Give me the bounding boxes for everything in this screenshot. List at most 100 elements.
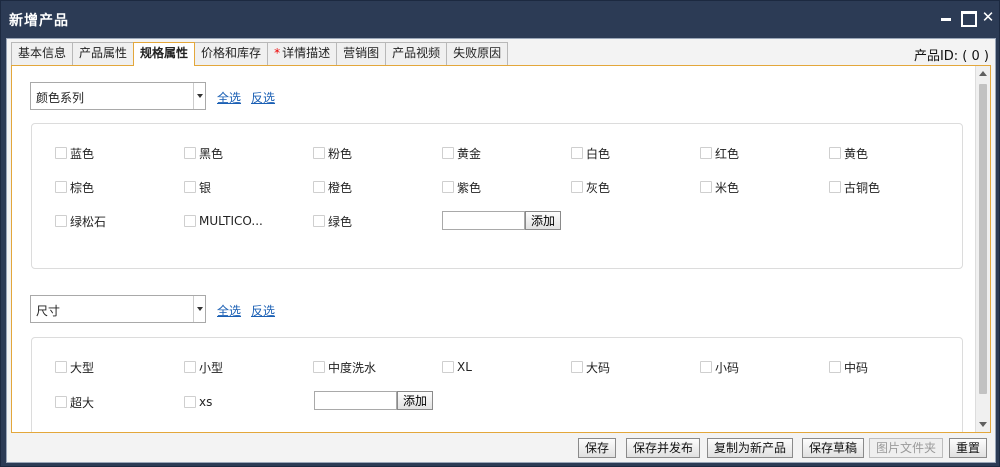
- color-checkbox[interactable]: [184, 181, 196, 193]
- color-option[interactable]: 橙色: [313, 180, 352, 195]
- color-option[interactable]: 绿色: [313, 214, 352, 229]
- select-value: 颜色系列: [36, 91, 85, 105]
- tab-label: 基本信息: [18, 46, 67, 60]
- color-checkbox[interactable]: [571, 147, 583, 159]
- color-checkbox[interactable]: [700, 147, 712, 159]
- size-checkbox[interactable]: [313, 361, 325, 373]
- color-add-button[interactable]: 添加: [525, 211, 562, 230]
- product-dialog: 新增产品 ✕ 基本信息 产品属性 规格属性 价格和库存 * 详情描述 营销图 产品…: [0, 0, 1000, 467]
- color-option[interactable]: MULTICO...: [184, 214, 263, 228]
- size-option-label: 中码: [844, 360, 869, 375]
- size-checkbox[interactable]: [571, 361, 583, 373]
- color-option[interactable]: 粉色: [313, 146, 352, 161]
- size-option-label: 中度洗水: [328, 360, 377, 375]
- copy-new-product-button[interactable]: 复制为新产品: [707, 438, 794, 458]
- color-checkbox[interactable]: [55, 147, 67, 159]
- color-checkbox[interactable]: [55, 181, 67, 193]
- size-option[interactable]: 中度洗水: [313, 360, 377, 375]
- scroll-up-icon[interactable]: [979, 71, 987, 76]
- color-series-select[interactable]: 颜色系列: [30, 82, 206, 110]
- tab-product-attributes[interactable]: 产品属性: [72, 42, 135, 65]
- save-publish-button[interactable]: 保存并发布: [626, 438, 701, 458]
- size-checkbox[interactable]: [829, 361, 841, 373]
- color-invert-link[interactable]: 反选: [251, 89, 275, 106]
- color-add-input[interactable]: [442, 211, 525, 230]
- color-option[interactable]: 白色: [571, 146, 610, 161]
- color-checkbox[interactable]: [55, 215, 67, 227]
- size-option[interactable]: 大码: [571, 360, 611, 375]
- reset-button[interactable]: 重置: [949, 438, 988, 458]
- color-option[interactable]: 灰色: [571, 180, 610, 195]
- color-option[interactable]: 紫色: [442, 180, 481, 195]
- color-option[interactable]: 棕色: [55, 180, 95, 195]
- tab-basic-info[interactable]: 基本信息: [11, 42, 74, 65]
- size-select[interactable]: 尺寸: [30, 295, 206, 323]
- color-checkbox[interactable]: [313, 181, 325, 193]
- tab-failure-reason[interactable]: 失败原因: [446, 42, 509, 65]
- close-icon[interactable]: ✕: [981, 10, 995, 25]
- size-checkbox[interactable]: [184, 396, 196, 408]
- size-checkbox[interactable]: [442, 361, 454, 373]
- color-checkbox[interactable]: [700, 181, 712, 193]
- color-option[interactable]: 米色: [700, 180, 740, 195]
- color-select-all-link[interactable]: 全选: [217, 89, 241, 106]
- tab-product-video[interactable]: 产品视频: [385, 42, 448, 65]
- size-option[interactable]: 中码: [829, 360, 869, 375]
- color-option[interactable]: 红色: [700, 146, 739, 161]
- color-option-label: 棕色: [70, 180, 95, 195]
- tab-spec-attributes[interactable]: 规格属性: [133, 42, 196, 66]
- size-checkbox[interactable]: [55, 361, 67, 373]
- color-checkbox[interactable]: [184, 147, 196, 159]
- color-checkbox[interactable]: [571, 181, 583, 193]
- size-select-all-link[interactable]: 全选: [217, 302, 241, 319]
- color-option-label: 蓝色: [70, 146, 95, 161]
- scroll-down-icon[interactable]: [979, 422, 987, 427]
- color-checkbox[interactable]: [313, 147, 325, 159]
- color-checkbox[interactable]: [313, 215, 325, 227]
- size-option[interactable]: 小型: [184, 360, 223, 375]
- size-add-button[interactable]: 添加: [397, 391, 434, 410]
- color-option-label: 米色: [715, 180, 740, 195]
- size-option-label: 超大: [70, 395, 95, 410]
- size-option[interactable]: XL: [442, 360, 472, 374]
- save-draft-button[interactable]: 保存草稿: [802, 438, 865, 458]
- color-checkbox[interactable]: [442, 147, 454, 159]
- size-checkbox[interactable]: [700, 361, 712, 373]
- color-checkbox[interactable]: [184, 215, 196, 227]
- color-option[interactable]: 蓝色: [55, 146, 95, 161]
- color-option-label: 古铜色: [844, 180, 881, 195]
- maximize-icon[interactable]: [960, 10, 977, 27]
- color-option[interactable]: 绿松石: [55, 214, 106, 229]
- minimize-icon[interactable]: [939, 10, 953, 24]
- title-bar[interactable]: 新增产品 ✕: [1, 1, 1000, 36]
- chevron-down-icon[interactable]: [193, 296, 205, 322]
- color-checkbox[interactable]: [829, 147, 841, 159]
- color-option[interactable]: 黄色: [829, 146, 868, 161]
- tab-marketing-images[interactable]: 营销图: [336, 42, 387, 65]
- scroll-thumb[interactable]: [979, 84, 987, 394]
- chevron-down-icon[interactable]: [193, 83, 205, 109]
- size-invert-link[interactable]: 反选: [251, 302, 275, 319]
- save-button[interactable]: 保存: [578, 438, 617, 458]
- color-option[interactable]: 古铜色: [829, 180, 881, 195]
- size-checkbox[interactable]: [55, 396, 67, 408]
- tab-price-stock[interactable]: 价格和库存: [194, 42, 269, 65]
- size-option[interactable]: 超大: [55, 395, 95, 410]
- size-option-label: XL: [457, 360, 472, 374]
- window-title: 新增产品: [9, 13, 69, 29]
- color-option[interactable]: 黄金: [442, 146, 481, 161]
- size-checkbox[interactable]: [184, 361, 196, 373]
- size-option[interactable]: 小码: [700, 360, 739, 375]
- tab-detail-description[interactable]: * 详情描述: [267, 42, 338, 65]
- color-option[interactable]: 黑色: [184, 146, 223, 161]
- vertical-scrollbar[interactable]: [975, 66, 990, 432]
- size-option[interactable]: 大型: [55, 360, 94, 375]
- size-add-input[interactable]: [314, 391, 397, 410]
- tab-label: 产品视频: [392, 46, 441, 60]
- color-checkbox[interactable]: [829, 181, 841, 193]
- size-option-label: 大码: [586, 360, 611, 375]
- color-option[interactable]: 银: [184, 180, 211, 195]
- color-option-label: MULTICO...: [199, 214, 263, 228]
- size-option[interactable]: xs: [184, 395, 212, 409]
- color-checkbox[interactable]: [442, 181, 454, 193]
